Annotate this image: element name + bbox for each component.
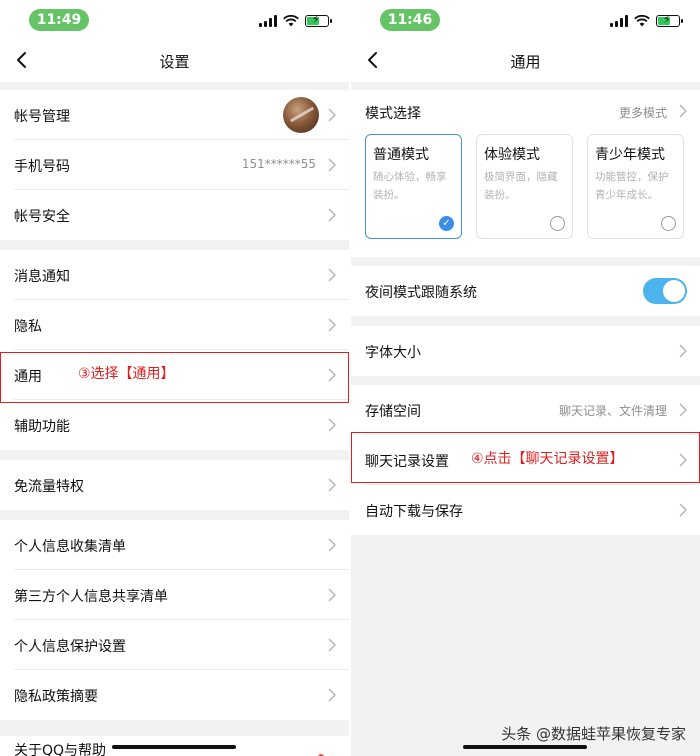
battery-icon: ⚡	[656, 13, 683, 27]
wifi-icon	[283, 15, 299, 27]
row-storage[interactable]: 存储空间 聊天记录、文件清理	[351, 385, 700, 435]
row-notifications[interactable]: 消息通知	[0, 250, 349, 300]
row-label: 关于QQ与帮助	[14, 743, 107, 756]
row-label: 存储空间	[365, 404, 421, 420]
row-night-mode: 夜间模式跟随系统	[351, 266, 700, 316]
row-label: 字体大小	[365, 345, 421, 361]
chevron-right-icon	[328, 158, 336, 172]
row-accessibility[interactable]: 辅助功能	[0, 400, 349, 450]
row-label: 隐私	[14, 319, 42, 335]
radio-icon[interactable]	[661, 216, 676, 231]
signal-icon	[259, 15, 277, 27]
row-phone-number[interactable]: 手机号码 151******55	[0, 140, 349, 190]
row-account-management[interactable]: 帐号管理	[0, 90, 349, 140]
mode-name: 青少年模式	[595, 147, 665, 163]
mode-desc: 极简界面，隐藏装扮。	[484, 171, 558, 201]
row-auto-download[interactable]: 自动下载与保存	[351, 485, 700, 535]
row-label: 夜间模式跟随系统	[365, 285, 477, 301]
highlight-box-chat-history	[351, 432, 700, 483]
page-title: 设置	[159, 53, 190, 71]
chevron-right-icon	[328, 418, 336, 432]
mode-selection-title: 模式选择	[365, 106, 421, 122]
avatar	[283, 97, 319, 133]
row-label: 辅助功能	[14, 419, 70, 435]
night-mode-toggle[interactable]	[643, 278, 687, 304]
phone-number-value: 151******55	[241, 157, 316, 171]
chevron-right-icon	[679, 403, 687, 417]
chevron-right-icon	[328, 588, 336, 602]
status-icons: ⚡	[610, 13, 683, 27]
row-personal-info-list[interactable]: 个人信息收集清单	[0, 520, 349, 570]
row-personal-info-protection[interactable]: 个人信息保护设置	[0, 620, 349, 670]
row-label: 消息通知	[14, 269, 70, 285]
row-third-party-sharing[interactable]: 第三方个人信息共享清单	[0, 570, 349, 620]
mode-card-experience[interactable]: 体验模式 极简界面，隐藏装扮。	[476, 134, 573, 239]
chevron-right-icon	[679, 344, 687, 358]
mode-card-teen[interactable]: 青少年模式 功能管控，保护青少年成长。	[587, 134, 684, 239]
row-label: 个人信息收集清单	[14, 539, 126, 555]
check-icon[interactable]: ✓	[439, 216, 454, 231]
chevron-right-icon	[328, 538, 336, 552]
general-screen: 11:46 ⚡ 通用 模式选择 更多模式 普通模式 随心体验，畅享装扮。 ✓ 体…	[351, 0, 700, 756]
mode-desc: 功能管控，保护青少年成长。	[595, 171, 669, 201]
radio-icon[interactable]	[550, 216, 565, 231]
chevron-right-icon	[328, 688, 336, 702]
more-modes-link[interactable]: 更多模式	[619, 104, 667, 121]
nav-bar: 通用	[351, 40, 700, 82]
row-label: 隐私政策摘要	[14, 689, 98, 705]
chevron-right-icon	[328, 268, 336, 282]
home-indicator[interactable]	[463, 745, 587, 749]
status-icons: ⚡	[259, 13, 332, 27]
chevron-right-icon	[328, 318, 336, 332]
chevron-right-icon	[679, 104, 687, 118]
signal-icon	[610, 15, 628, 27]
row-label: 手机号码	[14, 159, 70, 175]
row-label: 个人信息保护设置	[14, 639, 126, 655]
row-label: 免流量特权	[14, 479, 84, 495]
status-bar: 11:49 ⚡	[0, 0, 349, 40]
mode-name: 体验模式	[484, 147, 540, 163]
row-font-size[interactable]: 字体大小	[351, 326, 700, 376]
page-title: 通用	[510, 53, 541, 71]
status-time: 11:49	[29, 9, 89, 31]
home-indicator[interactable]	[112, 745, 236, 749]
mode-desc: 随心体验，畅享装扮。	[373, 171, 447, 201]
watermark: 头条 @数据蛙苹果恢复专家	[501, 725, 686, 743]
row-free-data[interactable]: 免流量特权	[0, 460, 349, 510]
mode-name: 普通模式	[373, 147, 429, 163]
nav-bar: 设置	[0, 40, 349, 82]
status-time: 11:46	[380, 9, 440, 31]
row-label: 帐号管理	[14, 109, 70, 125]
mode-card-normal[interactable]: 普通模式 随心体验，畅享装扮。 ✓	[365, 134, 462, 239]
row-label: 第三方个人信息共享清单	[14, 589, 168, 605]
row-label: 自动下载与保存	[365, 504, 463, 520]
status-bar: 11:46 ⚡	[351, 0, 700, 40]
highlight-box-general	[0, 352, 349, 403]
chevron-right-icon	[328, 208, 336, 222]
wifi-icon	[634, 15, 650, 27]
row-label: 帐号安全	[14, 209, 70, 225]
battery-icon: ⚡	[305, 13, 332, 27]
mode-selection-section: 模式选择 更多模式 普通模式 随心体验，畅享装扮。 ✓ 体验模式 极简界面，隐藏…	[351, 90, 700, 257]
row-privacy[interactable]: 隐私	[0, 300, 349, 350]
chevron-right-icon	[328, 638, 336, 652]
chevron-right-icon	[328, 478, 336, 492]
storage-value: 聊天记录、文件清理	[558, 404, 667, 418]
chevron-right-icon	[679, 503, 687, 517]
row-privacy-policy-summary[interactable]: 隐私政策摘要	[0, 670, 349, 720]
chevron-right-icon	[328, 108, 336, 122]
row-account-security[interactable]: 帐号安全	[0, 190, 349, 240]
